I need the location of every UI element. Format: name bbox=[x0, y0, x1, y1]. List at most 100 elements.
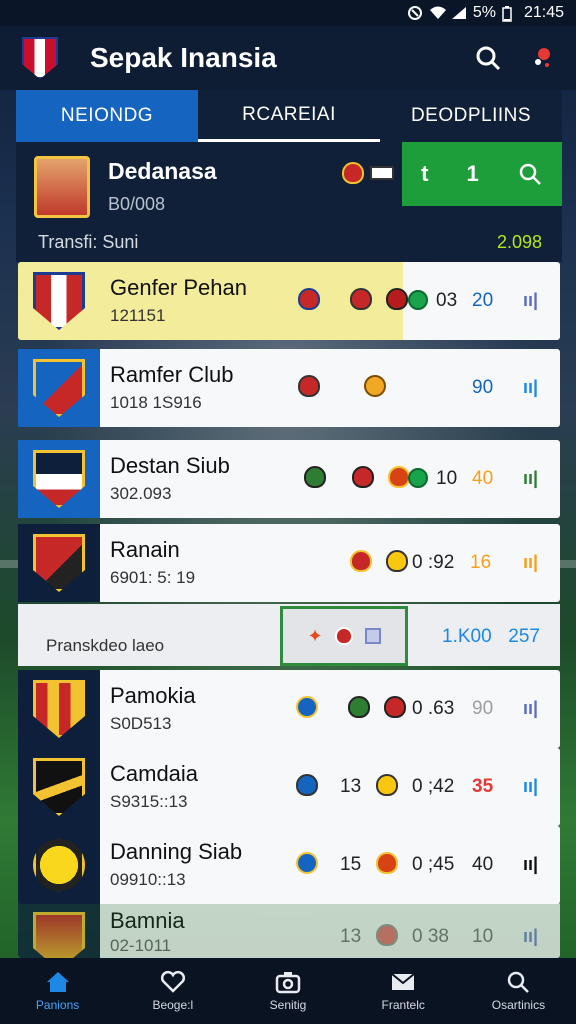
crest bbox=[18, 670, 100, 748]
stats-icon[interactable]: ıı| bbox=[523, 698, 538, 719]
section-divider: Pranskdeo laeo ✦ 1.K00 257 bbox=[18, 604, 560, 666]
club-name: Bamnia bbox=[110, 908, 185, 933]
notifications-button[interactable] bbox=[522, 38, 562, 78]
crest-icon bbox=[33, 838, 85, 892]
stats-icon[interactable]: ıı| bbox=[523, 290, 538, 311]
crest-icon bbox=[33, 534, 85, 592]
stats-icon[interactable]: ıı| bbox=[523, 854, 538, 875]
stat-right: 1 bbox=[466, 161, 479, 186]
club-value: 40 bbox=[472, 468, 494, 489]
profile-badges bbox=[342, 162, 394, 184]
profile-sub: B0/008 bbox=[108, 194, 166, 214]
profile-name: Dedanasa bbox=[108, 158, 217, 184]
badges bbox=[304, 466, 410, 488]
stats-icon[interactable]: ıı| bbox=[523, 776, 538, 797]
badge-icon bbox=[376, 852, 398, 874]
badge-icon bbox=[296, 774, 318, 796]
badge-icon bbox=[298, 375, 320, 397]
club-row[interactable]: Destan Siub 302.093 10 40 ıı| bbox=[18, 440, 560, 518]
club-row[interactable]: Camdaia S9315::13 13 0 ;42 35 ıı| bbox=[18, 748, 560, 826]
card-icon bbox=[370, 166, 394, 180]
tab-rcareiai[interactable]: RCAREIAI bbox=[198, 90, 380, 142]
club-value: 40 bbox=[472, 854, 494, 875]
nav-senitig[interactable]: Senitig bbox=[230, 958, 345, 1024]
crest bbox=[18, 524, 100, 602]
nav-frantelc[interactable]: Frantelc bbox=[346, 958, 461, 1024]
club-score: 03 bbox=[436, 290, 458, 311]
stat-left: t bbox=[421, 161, 429, 186]
tab-neiondg[interactable]: NEIONDG bbox=[16, 90, 198, 142]
camera-icon bbox=[275, 972, 301, 994]
section-value-left: 1.K00 bbox=[442, 626, 492, 647]
badges bbox=[298, 375, 386, 397]
badges bbox=[376, 852, 398, 874]
club-score: 0 ;42 bbox=[412, 776, 455, 797]
club-value: 20 bbox=[472, 290, 494, 311]
status-dot-icon bbox=[408, 468, 428, 488]
club-code: 121151 bbox=[110, 306, 166, 325]
battery-icon bbox=[502, 6, 518, 22]
club-name: Camdaia bbox=[110, 761, 199, 786]
club-score: 10 bbox=[436, 468, 458, 489]
badge-icon bbox=[388, 466, 410, 488]
club-row[interactable]: Pamokia S0D513 0 .63 90 ıı| bbox=[18, 670, 560, 748]
crest-icon bbox=[33, 272, 85, 330]
club-mid: 13 bbox=[340, 776, 362, 797]
club-row[interactable]: Ramfer Club 1018 1S916 90 ıı| bbox=[18, 349, 560, 427]
filter-box[interactable]: ✦ bbox=[280, 606, 408, 666]
club-code: 02-1011 bbox=[110, 936, 172, 955]
club-name: Destan Siub bbox=[110, 453, 230, 478]
signal-icon bbox=[451, 6, 467, 20]
club-code: S0D513 bbox=[110, 714, 172, 733]
badge-icon bbox=[350, 288, 372, 310]
tab-deodpliins[interactable]: DEODPLIINS bbox=[380, 90, 562, 142]
app-logo bbox=[22, 37, 58, 79]
club-row[interactable]: Ranain 6901: 5: 19 0 :92 16 ıı| bbox=[18, 524, 560, 602]
club-code: 09910::13 bbox=[110, 870, 186, 889]
transfer-label: Transfi: Suni bbox=[38, 232, 139, 252]
badges bbox=[298, 288, 408, 310]
clock: 21:45 bbox=[523, 4, 564, 21]
nav-beogel[interactable]: Beoge:l bbox=[115, 958, 230, 1024]
badges bbox=[296, 852, 318, 874]
nav-osartinics[interactable]: Osartinics bbox=[461, 958, 576, 1024]
status-dot-icon bbox=[408, 290, 428, 310]
nav-label: Senitig bbox=[269, 998, 307, 1012]
club-row[interactable]: Bamnia 02-1011 13 0 38 10 ıı| bbox=[18, 902, 560, 958]
badge-icon bbox=[384, 696, 406, 718]
badge-icon bbox=[296, 696, 318, 718]
club-score: 0 38 bbox=[412, 926, 449, 947]
club-badge-icon bbox=[342, 162, 364, 184]
search-icon bbox=[508, 971, 530, 993]
crest-icon bbox=[33, 450, 85, 508]
club-name: Ramfer Club bbox=[110, 362, 234, 387]
badges bbox=[376, 924, 398, 946]
quick-stats-box[interactable]: t 1 bbox=[402, 142, 562, 206]
club-row[interactable]: Genfer Pehan 121151 03 20 ıı| bbox=[18, 262, 560, 340]
nav-panions[interactable]: Panions bbox=[0, 958, 115, 1024]
profile-card: Dedanasa B0/008 t 1 Transfi: Suni 2.098 bbox=[16, 142, 562, 262]
notification-dot-icon bbox=[535, 48, 550, 67]
stats-icon[interactable]: ıı| bbox=[523, 552, 538, 573]
home-icon bbox=[46, 972, 69, 992]
heart-icon bbox=[160, 970, 185, 993]
badges bbox=[296, 696, 406, 718]
crest-icon bbox=[33, 359, 85, 417]
club-row[interactable]: Danning Siab 09910::13 15 0 ;45 40 ıı| bbox=[18, 826, 560, 904]
nav-label: Frantelc bbox=[381, 998, 425, 1012]
club-value: 90 bbox=[472, 698, 494, 719]
wifi-icon bbox=[429, 6, 446, 20]
club-value: 90 bbox=[472, 377, 494, 398]
search-button[interactable] bbox=[468, 38, 508, 78]
stats-icon[interactable]: ıı| bbox=[523, 926, 538, 947]
stats-icon[interactable]: ıı| bbox=[523, 377, 538, 398]
crest bbox=[18, 262, 100, 340]
club-mid: 13 bbox=[340, 926, 362, 947]
club-name: Pamokia bbox=[110, 683, 196, 708]
stats-icon[interactable]: ıı| bbox=[523, 468, 538, 489]
avatar[interactable] bbox=[34, 156, 90, 218]
crest bbox=[18, 902, 100, 958]
club-value: 35 bbox=[472, 776, 494, 797]
badge-icon bbox=[386, 550, 408, 572]
badge-icon bbox=[352, 466, 374, 488]
